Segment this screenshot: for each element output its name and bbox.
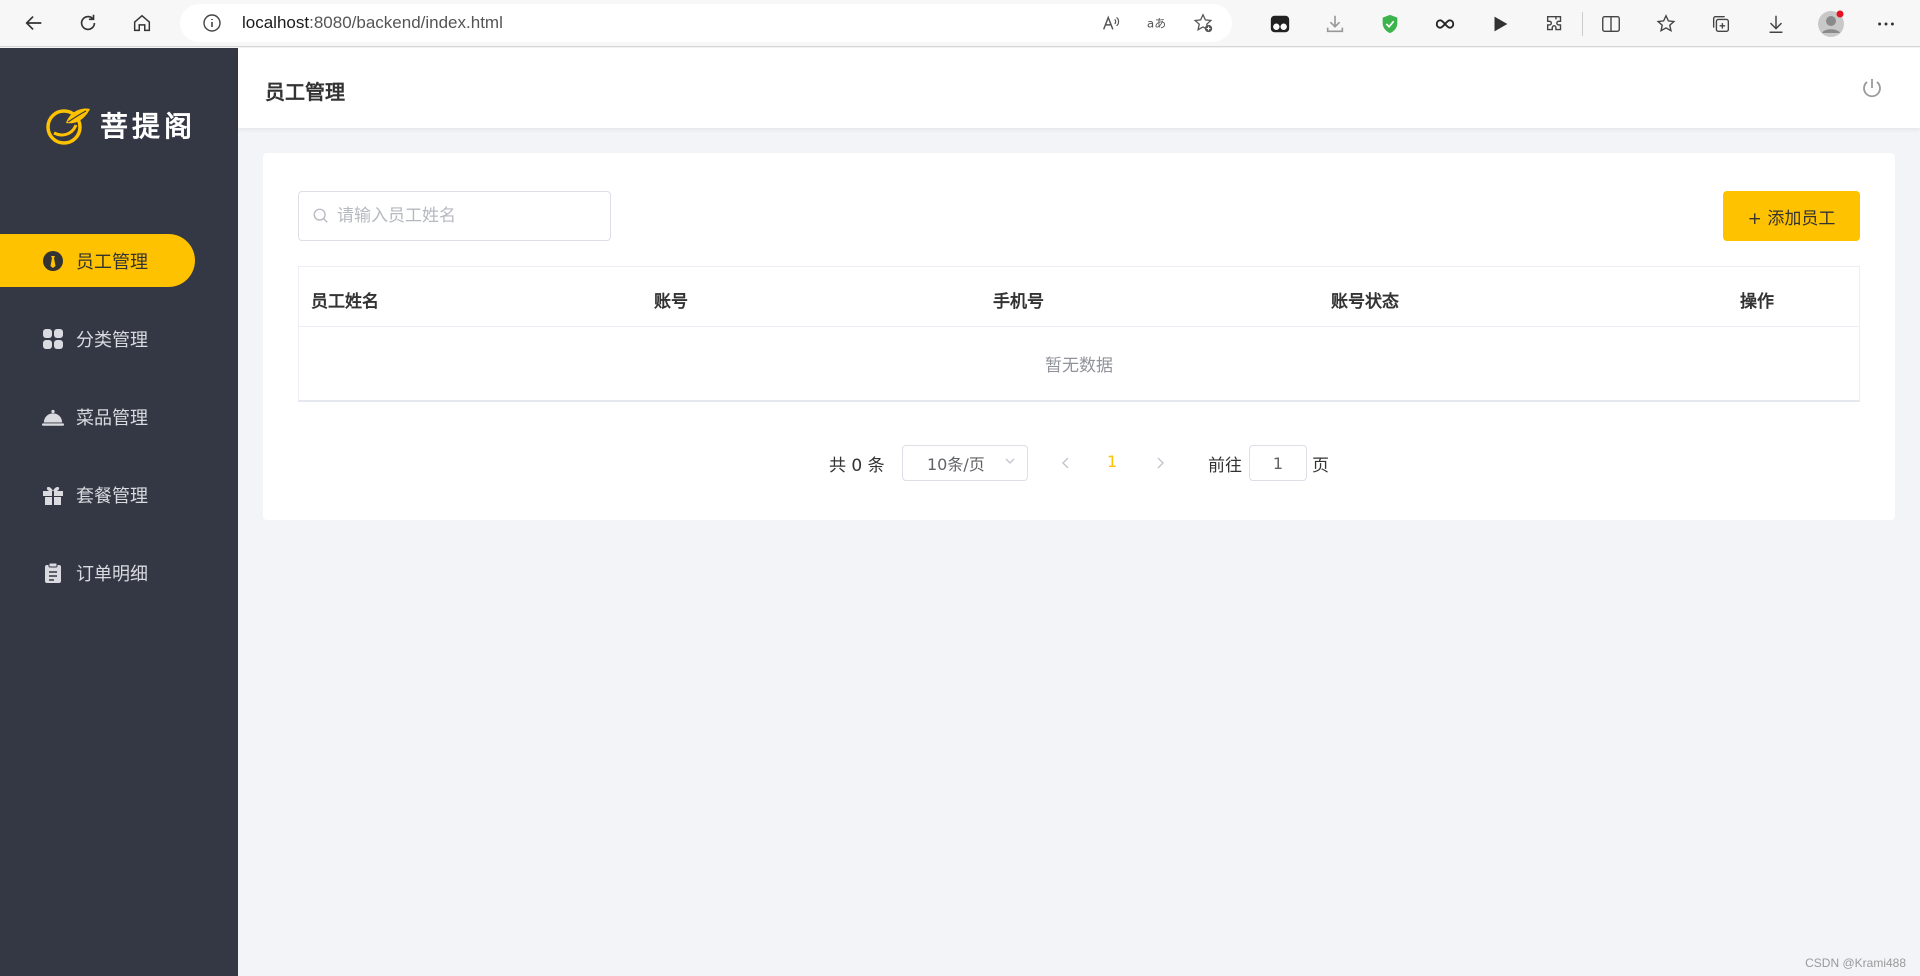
svg-text:aあ: aあ	[1147, 17, 1166, 31]
table-header: 员工姓名 账号 手机号 账号状态 操作	[299, 267, 1859, 327]
sidebar-item-category[interactable]: 分类管理	[0, 312, 238, 365]
pagination-goto-label: 前往	[1208, 456, 1242, 476]
logout-power-icon[interactable]	[1860, 76, 1884, 100]
sidebar-item-orders[interactable]: 订单明细	[0, 546, 238, 599]
sidebar-item-employee[interactable]: 员工管理	[0, 234, 195, 287]
home-button[interactable]	[122, 5, 162, 41]
arrow-left-icon	[25, 15, 42, 31]
content-card: + 添加员工 员工姓名 账号 手机号 账号状态 操作 暂无数据 共 0 条 10…	[263, 153, 1895, 520]
search-icon	[311, 206, 331, 226]
url-path: :8080/backend/index.html	[309, 13, 503, 32]
add-employee-button[interactable]: + 添加员工	[1723, 191, 1860, 241]
extensions-puzzle-icon[interactable]	[1527, 0, 1582, 47]
refresh-icon	[80, 14, 96, 31]
column-header-actions: 操作	[1740, 292, 1774, 312]
employee-table: 员工姓名 账号 手机号 账号状态 操作 暂无数据	[298, 266, 1860, 402]
logo-icon	[46, 108, 90, 145]
logo-text: 菩提阁	[100, 110, 197, 143]
info-icon[interactable]	[202, 13, 222, 33]
logo: 菩提阁	[44, 103, 196, 147]
prev-page-chevron-icon[interactable]	[1056, 453, 1076, 473]
column-header-name: 员工姓名	[311, 292, 379, 312]
current-page-number[interactable]: 1	[1107, 452, 1117, 471]
watermark: CSDN @Krami488	[1805, 956, 1906, 970]
sidebar-item-label: 分类管理	[76, 329, 148, 351]
favorite-add-icon[interactable]	[1190, 10, 1216, 36]
cloche-icon	[42, 406, 64, 428]
page-header: 员工管理	[238, 48, 1920, 128]
pagination-page-suffix: 页	[1312, 456, 1329, 476]
sidebar-item-dish[interactable]: 菜品管理	[0, 390, 238, 443]
sidebar-item-label: 员工管理	[76, 251, 148, 273]
extension-play-icon[interactable]	[1472, 0, 1527, 47]
column-header-status: 账号状态	[1331, 292, 1399, 312]
sidebar-item-label: 套餐管理	[76, 485, 148, 507]
collections-icon[interactable]	[1693, 0, 1748, 47]
search-input-wrapper[interactable]	[298, 191, 611, 241]
page-title: 员工管理	[265, 80, 345, 104]
sidebar-item-setmeal[interactable]: 套餐管理	[0, 468, 238, 521]
page-size-select[interactable]: 10条/页	[902, 445, 1028, 481]
gift-icon	[42, 484, 64, 506]
home-icon	[133, 14, 151, 32]
chevron-down-icon	[1005, 458, 1015, 464]
clipboard-icon	[42, 562, 64, 584]
column-header-account: 账号	[654, 292, 688, 312]
profile-avatar-icon[interactable]	[1803, 0, 1858, 47]
table-empty-text: 暂无数据	[1045, 356, 1113, 376]
sidebar-item-label: 订单明细	[76, 563, 148, 585]
sidebar-menu: 员工管理 分类管理 菜品管理 套餐管理 订单明细	[0, 234, 238, 624]
extension-shield-icon[interactable]	[1362, 0, 1417, 47]
sidebar: 菩提阁 员工管理 分类管理 菜品管理 套餐管理 订单明细	[0, 48, 238, 976]
favorites-icon[interactable]	[1638, 0, 1693, 47]
page-size-value: 10条/页	[927, 455, 985, 474]
user-tie-icon	[42, 250, 64, 272]
pagination-goto-input[interactable]	[1249, 445, 1307, 481]
more-menu-icon[interactable]	[1858, 0, 1913, 47]
grid-icon	[42, 328, 64, 350]
back-button[interactable]	[14, 5, 54, 41]
search-input[interactable]	[337, 196, 610, 236]
sidebar-item-label: 菜品管理	[76, 407, 148, 429]
next-page-chevron-icon[interactable]	[1150, 453, 1170, 473]
read-aloud-icon[interactable]	[1098, 10, 1124, 36]
downloads-icon[interactable]	[1748, 0, 1803, 47]
extension-infinity-icon[interactable]	[1417, 0, 1472, 47]
split-screen-icon[interactable]	[1583, 0, 1638, 47]
extension-tampermonkey-icon[interactable]	[1252, 0, 1307, 47]
pagination: 共 0 条 10条/页 1 前往 页	[263, 445, 1895, 481]
extension-download-icon[interactable]	[1307, 0, 1362, 47]
address-bar[interactable]: localhost:8080/backend/index.html aあ	[180, 4, 1232, 42]
column-header-phone: 手机号	[993, 292, 1044, 312]
url-text: localhost:8080/backend/index.html	[242, 13, 503, 33]
translate-icon[interactable]: aあ	[1144, 10, 1170, 36]
pagination-total: 共 0 条	[829, 456, 885, 476]
url-host: localhost	[242, 13, 310, 32]
refresh-button[interactable]	[68, 5, 108, 41]
browser-toolbar: localhost:8080/backend/index.html aあ	[0, 0, 1920, 47]
